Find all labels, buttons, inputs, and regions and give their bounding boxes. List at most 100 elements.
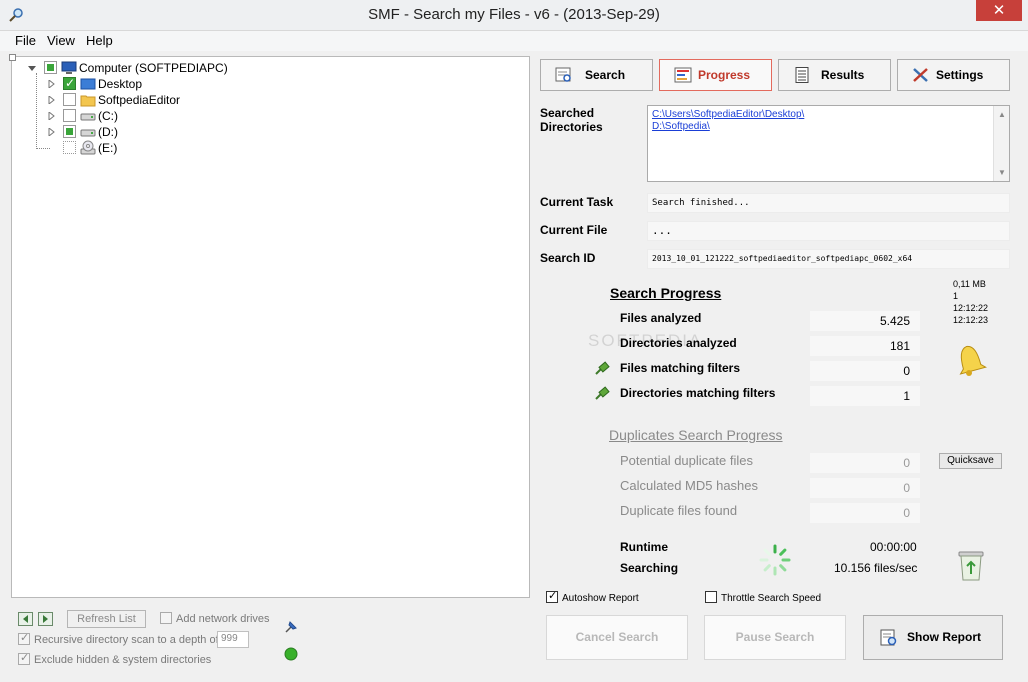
- runtime-value: 00:00:00: [870, 540, 917, 554]
- show-report-button[interactable]: Show Report: [863, 615, 1003, 660]
- tab-progress[interactable]: Progress: [659, 59, 772, 91]
- recycle-bin-icon[interactable]: [955, 548, 987, 582]
- quicksave-button[interactable]: Quicksave: [939, 453, 1002, 469]
- bell-icon[interactable]: [953, 341, 987, 377]
- progress-chart-icon: [674, 67, 692, 83]
- vertical-scrollbar[interactable]: ▲ ▼: [993, 106, 1009, 181]
- current-task-field: Search finished...: [647, 193, 1010, 213]
- files-matching-value: 0: [810, 361, 920, 381]
- tab-label: Settings: [936, 68, 984, 82]
- search-progress-title: Search Progress: [610, 285, 722, 301]
- duplicates-found-label: Duplicate files found: [620, 503, 738, 518]
- searched-directories-list[interactable]: C:\Users\SoftpediaEditor\Desktop\ D:\Sof…: [647, 105, 1010, 182]
- add-network-drives-checkbox[interactable]: [160, 612, 172, 624]
- tree-item-drive-e[interactable]: (E:): [47, 140, 247, 156]
- md5-hashes-value: 0: [810, 478, 920, 498]
- search-stats-info: 0,11 MB 1 12:12:22 12:12:23: [953, 279, 989, 325]
- current-file-label: Current File: [540, 223, 608, 237]
- recursive-scan-checkbox[interactable]: [18, 631, 30, 645]
- collapse-arrow-icon[interactable]: [28, 64, 36, 72]
- tree-checkbox[interactable]: [63, 109, 76, 122]
- expand-arrow-icon[interactable]: [47, 128, 55, 136]
- tree-label: Computer (SOFTPEDIAPC): [79, 61, 228, 75]
- collapse-all-icon[interactable]: [18, 612, 33, 626]
- tree-item-softpediaeditor[interactable]: SoftpediaEditor: [47, 92, 247, 108]
- potential-duplicates-value: 0: [810, 453, 920, 473]
- tree-label: (D:): [98, 125, 118, 139]
- menu-file[interactable]: File: [15, 33, 36, 48]
- expand-arrow-icon[interactable]: [47, 112, 55, 120]
- refresh-list-button[interactable]: Refresh List: [67, 610, 146, 628]
- desktop-icon: [80, 78, 96, 90]
- directories-analyzed-value: 181: [810, 336, 920, 356]
- autoshow-report-checkbox[interactable]: [546, 589, 558, 603]
- search-list-icon: [555, 67, 571, 82]
- hard-drive-icon: [80, 113, 96, 121]
- tree-checkbox[interactable]: [63, 75, 76, 91]
- cancel-search-button[interactable]: Cancel Search: [546, 615, 688, 660]
- pause-search-button[interactable]: Pause Search: [704, 615, 846, 660]
- expand-arrow-icon[interactable]: [47, 96, 55, 104]
- scroll-up-icon[interactable]: ▲: [998, 110, 1006, 119]
- duplicates-found-value: 0: [810, 503, 920, 523]
- status-led-icon: [284, 647, 298, 661]
- throttle-speed-option[interactable]: Throttle Search Speed: [705, 591, 821, 604]
- report-icon: [880, 629, 897, 646]
- tree-checkbox[interactable]: [44, 61, 57, 74]
- autoshow-report-option[interactable]: Autoshow Report: [546, 589, 639, 604]
- tree-item-computer[interactable]: Computer (SOFTPEDIAPC): [28, 60, 328, 76]
- tree-checkbox[interactable]: [63, 141, 76, 154]
- duplicates-progress-title: Duplicates Search Progress: [609, 427, 783, 443]
- expand-arrow-icon[interactable]: [47, 80, 55, 88]
- tab-label: Results: [821, 68, 865, 82]
- md5-hashes-label: Calculated MD5 hashes: [620, 478, 759, 493]
- search-id-field: 2013_10_01_121222_softpediaeditor_softpe…: [647, 249, 1010, 269]
- directory-tree[interactable]: Computer (SOFTPEDIAPC) Desktop Softpedia…: [9, 54, 530, 598]
- show-report-label: Show Report: [907, 630, 981, 644]
- hard-drive-icon: [80, 129, 96, 137]
- pin-icon[interactable]: [282, 618, 300, 636]
- plug-icon: [595, 386, 610, 400]
- searched-directories-label: Searched Directories: [540, 106, 603, 134]
- folder-icon: [80, 95, 96, 107]
- recursive-scan-option[interactable]: Recursive directory scan to a depth of: [18, 631, 219, 646]
- current-file-field: ...: [647, 221, 1010, 241]
- exclude-hidden-checkbox[interactable]: [18, 651, 30, 665]
- tab-label: Progress: [698, 68, 751, 82]
- window-title: SMF - Search my Files - v6 - (2013-Sep-2…: [368, 6, 660, 23]
- directories-matching-label: Directories matching filters: [620, 386, 776, 400]
- tab-results[interactable]: Results: [778, 59, 891, 91]
- files-analyzed-value: 5.425: [810, 311, 920, 331]
- potential-duplicates-label: Potential duplicate files: [620, 453, 753, 468]
- throttle-speed-checkbox[interactable]: [705, 591, 717, 603]
- tree-item-drive-c[interactable]: (C:): [47, 108, 247, 124]
- current-task-label: Current Task: [540, 195, 614, 209]
- depth-input[interactable]: 999: [217, 631, 249, 648]
- title-bar: SMF - Search my Files - v6 - (2013-Sep-2…: [0, 0, 1028, 31]
- files-analyzed-label: Files analyzed: [620, 311, 702, 325]
- scroll-down-icon[interactable]: ▼: [998, 168, 1006, 177]
- tree-checkbox[interactable]: [63, 125, 76, 138]
- menu-help[interactable]: Help: [86, 33, 113, 48]
- tab-settings[interactable]: Settings: [897, 59, 1010, 91]
- expand-all-icon[interactable]: [38, 612, 53, 626]
- directory-link[interactable]: D:\Softpedia\: [652, 121, 1009, 133]
- menu-view[interactable]: View: [47, 33, 75, 48]
- menu-bar: File View Help: [0, 31, 1028, 51]
- directories-analyzed-label: Directories analyzed: [620, 336, 737, 350]
- tree-options: Refresh List Add network drives Recursiv…: [0, 600, 535, 682]
- add-network-drives-option[interactable]: Add network drives: [160, 612, 270, 625]
- tree-item-desktop[interactable]: Desktop: [47, 75, 247, 92]
- directory-link[interactable]: C:\Users\SoftpediaEditor\Desktop\: [652, 109, 1009, 121]
- plug-icon: [595, 361, 610, 375]
- tree-label: (C:): [98, 109, 118, 123]
- exclude-hidden-option[interactable]: Exclude hidden & system directories: [18, 651, 211, 666]
- searching-label: Searching: [620, 561, 679, 575]
- optical-drive-icon: [80, 140, 96, 155]
- tab-search[interactable]: Search: [540, 59, 653, 91]
- searching-value: 10.156 files/sec: [834, 561, 918, 575]
- tree-checkbox[interactable]: [63, 93, 76, 106]
- tree-label: Desktop: [98, 77, 143, 91]
- close-button[interactable]: ✕: [976, 0, 1022, 21]
- tree-item-drive-d[interactable]: (D:): [47, 124, 247, 140]
